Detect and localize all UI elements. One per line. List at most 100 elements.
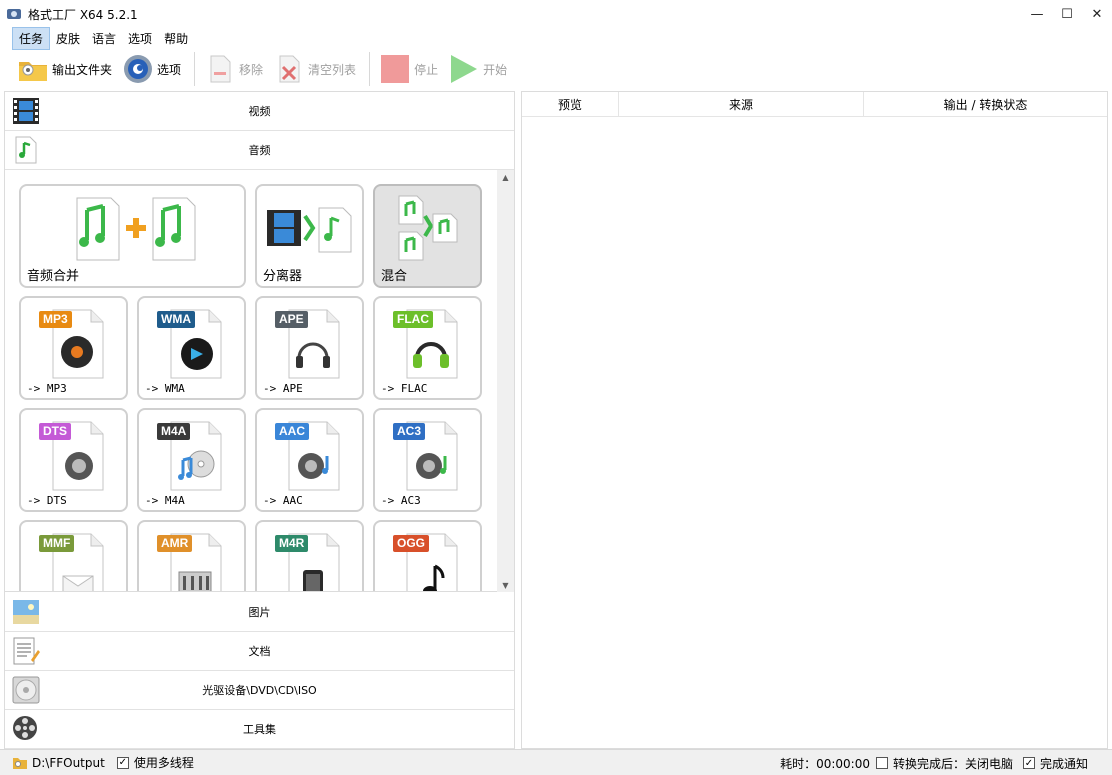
play-icon [451,55,478,83]
format-label: -> FLAC [381,382,428,395]
options-button[interactable]: 选项 [119,51,184,87]
format-label: -> AAC [263,494,303,507]
category-video-label: 视频 [248,105,271,118]
format-badge: M4A [157,423,191,440]
close-button[interactable]: ✕ [1082,0,1112,28]
splitter-label: 分离器 [263,269,303,284]
menu-skin[interactable]: 皮肤 [50,28,86,49]
audio-merge-tile[interactable]: 音频合并 [19,184,246,288]
format-tile-mp3[interactable]: MP3 -> MP3 [19,296,128,400]
toolbar-separator [369,52,371,86]
app-icon [7,9,21,19]
minimize-button[interactable]: — [1022,0,1052,28]
format-tile-m4r[interactable]: M4R [255,520,364,591]
output-folder-label: 输出文件夹 [52,62,113,77]
start-label: 开始 [483,62,508,77]
category-document[interactable]: 文档 [5,632,514,671]
splitter-tile[interactable]: 分离器 [255,184,364,288]
format-badge: APE [275,311,308,328]
format-badge: AMR [157,535,193,552]
elapsed-time: 耗时：00:00:00 [780,756,870,771]
format-label: -> M4A [145,494,185,507]
multithread-checkbox[interactable]: ✓ [116,756,129,769]
format-badge: AC3 [393,423,426,440]
picture-icon [13,600,39,624]
format-label: -> DTS [27,494,67,507]
menu-help[interactable]: 帮助 [158,28,194,49]
remove-doc-icon [210,55,231,83]
column-source[interactable]: 来源 [619,92,864,116]
after-convert-label: 转换完成后：关闭电脑 [892,756,1013,771]
clear-list-label: 清空列表 [308,62,357,77]
category-tools-label: 工具集 [243,723,276,736]
title-bar: 格式工厂 X64 5.2.1 — ☐ ✕ [0,0,1112,28]
status-bar: D:\FFOutput ✓ 使用多线程 耗时：00:00:00 转换完成后：关闭… [0,749,1112,775]
format-tile-wma[interactable]: WMA -> WMA [137,296,246,400]
clear-list-button[interactable]: 清空列表 [270,51,359,87]
notify-checkbox[interactable]: ✓ [1022,757,1035,769]
folder-icon [13,757,27,769]
audio-tile-grid: 音频合并 分离器 混合 MP3 -> MP3 WMA -> WMA APE ->… [5,170,514,592]
category-panel: 视频 音频 音频合并 分离器 混合 MP3 -> MP3 WMA -> WMA … [4,91,515,749]
format-tile-dts[interactable]: DTS -> DTS [19,408,128,512]
audio-merge-icon [76,197,196,261]
format-badge: OGG [393,535,430,552]
format-tile-flac[interactable]: FLAC -> FLAC [373,296,482,400]
mix-icon [398,195,458,261]
disc-icon [12,676,40,704]
format-tile-mmf[interactable]: MMF [19,520,128,591]
format-badge: FLAC [393,311,433,328]
scroll-down-arrow-icon[interactable]: ▼ [497,578,514,592]
folder-icon [19,62,47,81]
menu-task[interactable]: 任务 [12,26,51,50]
maximize-button[interactable]: ☐ [1052,0,1082,28]
category-video[interactable]: 视频 [5,92,514,131]
stop-button[interactable]: 停止 [376,51,441,87]
format-tile-aac[interactable]: AAC -> AAC [255,408,364,512]
category-image[interactable]: 图片 [5,593,514,632]
format-tile-ogg[interactable]: OGG [373,520,482,591]
format-label: -> WMA [145,382,185,395]
after-convert-checkbox[interactable] [875,757,888,769]
format-label: -> APE [263,382,303,395]
format-badge: MMF [39,535,75,552]
category-document-label: 文档 [248,645,271,658]
mix-label: 混合 [381,269,408,284]
format-tile-m4a[interactable]: M4A -> M4A [137,408,246,512]
tile-scrollbar[interactable]: ▲ ▼ [497,170,514,592]
clear-list-icon [279,55,300,83]
menu-language[interactable]: 语言 [86,28,122,49]
scroll-thumb[interactable] [499,188,512,474]
stop-label: 停止 [414,62,439,77]
options-label: 选项 [157,62,182,77]
column-output-status[interactable]: 输出 / 转换状态 [864,92,1107,116]
format-badge: DTS [39,423,71,440]
window-title: 格式工厂 X64 5.2.1 [28,7,138,22]
mix-tile[interactable]: 混合 [373,184,482,288]
menu-options[interactable]: 选项 [122,28,158,49]
scroll-up-arrow-icon[interactable]: ▲ [497,170,514,184]
format-tile-amr[interactable]: AMR [137,520,246,591]
task-table-header: 预览 来源 输出 / 转换状态 [522,92,1107,117]
remove-button[interactable]: 移除 [201,51,266,87]
music-note-icon [15,136,37,164]
output-path[interactable]: D:\FFOutput [32,756,105,770]
notify-label: 完成通知 [1039,756,1088,771]
format-tile-ac3[interactable]: AC3 -> AC3 [373,408,482,512]
start-button[interactable]: 开始 [445,51,510,87]
output-folder-button[interactable]: 输出文件夹 [14,51,115,87]
multithread-label: 使用多线程 [133,756,194,770]
format-tile-ape[interactable]: APE -> APE [255,296,364,400]
column-preview[interactable]: 预览 [522,92,619,116]
toolbar-separator [194,52,196,86]
stop-icon [381,55,410,83]
format-label: -> MP3 [27,382,67,395]
gear-icon [124,55,153,83]
category-disc[interactable]: 光驱设备\DVD\CD\ISO [5,671,514,710]
toolbar: 输出文件夹 选项 移除 清空列表 停止 开始 [0,48,1112,90]
category-tools[interactable]: 工具集 [5,710,514,749]
category-image-label: 图片 [248,606,271,619]
splitter-icon [267,207,352,253]
document-icon [13,637,40,665]
category-audio[interactable]: 音频 [5,131,514,170]
